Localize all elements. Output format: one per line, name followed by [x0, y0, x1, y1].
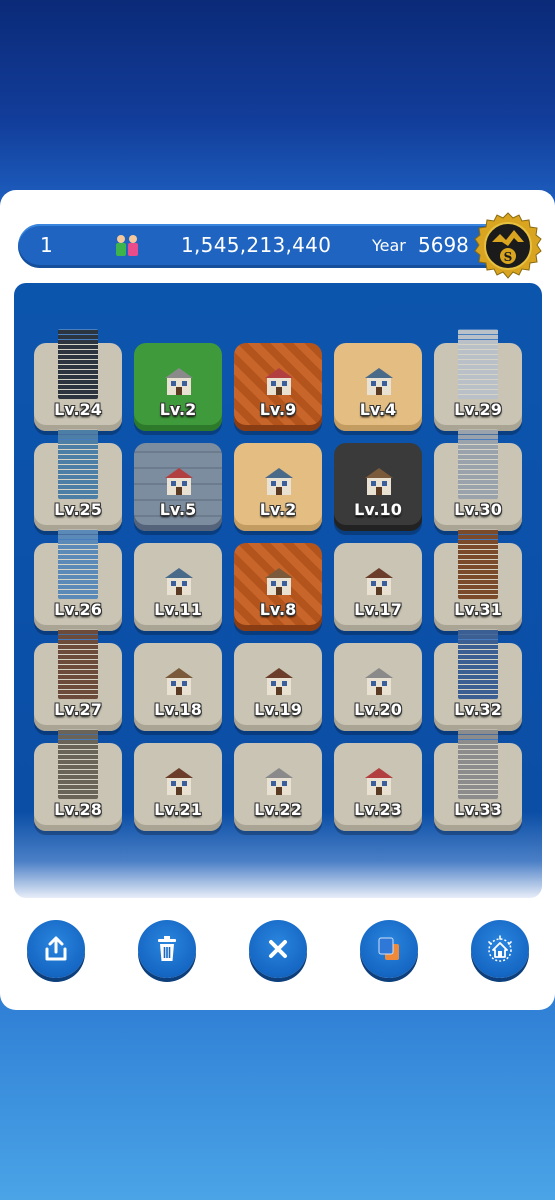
building-level-label: Lv.24	[54, 400, 102, 419]
building-icon	[458, 729, 498, 799]
svg-text:S: S	[504, 250, 513, 264]
building-icon	[58, 729, 98, 799]
population-icon	[112, 234, 142, 258]
building-level-label: Lv.25	[54, 500, 102, 519]
status-bar: 1 1,545,213,440 Year 5698	[18, 224, 518, 268]
building-icon	[58, 429, 98, 499]
copy-icon	[378, 937, 399, 960]
building-level-label: Lv.10	[354, 500, 402, 519]
trash-icon	[158, 936, 176, 961]
year-label: Year	[372, 236, 406, 255]
building-icon	[364, 365, 394, 397]
building-icon	[364, 465, 394, 497]
building-icon	[364, 665, 394, 697]
cancel-button[interactable]	[249, 920, 307, 978]
building-icon	[264, 465, 294, 497]
building-tile[interactable]: Lv.11	[134, 543, 222, 631]
building-tile[interactable]: Lv.28	[34, 729, 122, 831]
building-tile[interactable]: Lv.23	[334, 743, 422, 831]
building-level-label: Lv.33	[454, 800, 502, 819]
house-upgrade-button[interactable]	[471, 920, 529, 978]
building-tile[interactable]: Lv.20	[334, 643, 422, 731]
building-level-label: Lv.20	[354, 700, 402, 719]
building-level-label: Lv.29	[454, 400, 502, 419]
building-icon	[58, 629, 98, 699]
copy-button[interactable]	[360, 920, 418, 978]
building-tile[interactable]: Lv.18	[134, 643, 222, 731]
player-level: 1	[40, 233, 53, 257]
building-tile[interactable]: Lv.25	[34, 429, 122, 531]
building-level-label: Lv.21	[154, 800, 202, 819]
building-level-label: Lv.18	[154, 700, 202, 719]
building-tile[interactable]: Lv.26	[34, 529, 122, 631]
building-icon	[164, 665, 194, 697]
building-level-label: Lv.8	[259, 600, 297, 619]
building-level-label: Lv.19	[254, 700, 302, 719]
building-level-label: Lv.22	[254, 800, 302, 819]
building-level-label: Lv.26	[54, 600, 102, 619]
building-tile[interactable]: Lv.31	[434, 529, 522, 631]
building-level-label: Lv.30	[454, 500, 502, 519]
building-level-label: Lv.32	[454, 700, 502, 719]
building-tile[interactable]: Lv.24	[34, 329, 122, 431]
building-level-label: Lv.5	[159, 500, 197, 519]
building-tile[interactable]: Lv.4	[334, 343, 422, 431]
building-icon	[458, 529, 498, 599]
building-tile[interactable]: Lv.17	[334, 543, 422, 631]
building-tile[interactable]: Lv.8	[234, 543, 322, 631]
building-icon	[264, 765, 294, 797]
building-tile[interactable]: Lv.29	[434, 329, 522, 431]
building-level-label: Lv.11	[154, 600, 202, 619]
building-tile[interactable]: Lv.21	[134, 743, 222, 831]
year-value: 5698	[418, 233, 469, 257]
building-level-label: Lv.2	[159, 400, 197, 419]
building-icon	[58, 529, 98, 599]
building-icon	[264, 565, 294, 597]
close-icon	[269, 940, 287, 958]
share-button[interactable]	[27, 920, 85, 978]
building-tile[interactable]: Lv.2	[134, 343, 222, 431]
building-tile[interactable]: Lv.9	[234, 343, 322, 431]
building-level-label: Lv.4	[359, 400, 397, 419]
building-icon	[164, 765, 194, 797]
building-tile[interactable]: Lv.10	[334, 443, 422, 531]
building-icon	[58, 329, 98, 399]
building-level-label: Lv.2	[259, 500, 297, 519]
building-icon	[458, 429, 498, 499]
building-tile[interactable]: Lv.5	[134, 443, 222, 531]
building-icon	[458, 629, 498, 699]
building-icon	[264, 665, 294, 697]
building-level-label: Lv.17	[354, 600, 402, 619]
building-tile[interactable]: Lv.30	[434, 429, 522, 531]
share-icon	[45, 936, 67, 961]
building-tile[interactable]: Lv.32	[434, 629, 522, 731]
building-level-label: Lv.23	[354, 800, 402, 819]
house-upgrade-icon	[488, 935, 512, 962]
building-tile[interactable]: Lv.19	[234, 643, 322, 731]
building-icon	[364, 565, 394, 597]
building-tile[interactable]: Lv.2	[234, 443, 322, 531]
building-icon	[264, 365, 294, 397]
building-level-label: Lv.9	[259, 400, 297, 419]
building-icon	[164, 565, 194, 597]
gold-coin-icon[interactable]: S	[474, 212, 542, 280]
building-tile[interactable]: Lv.22	[234, 743, 322, 831]
building-icon	[164, 465, 194, 497]
building-icon	[164, 365, 194, 397]
building-tile[interactable]: Lv.33	[434, 729, 522, 831]
money-value: 1,545,213,440	[181, 233, 332, 257]
delete-button[interactable]	[138, 920, 196, 978]
building-level-label: Lv.27	[54, 700, 102, 719]
building-level-label: Lv.28	[54, 800, 102, 819]
building-icon	[458, 329, 498, 399]
building-tile[interactable]: Lv.27	[34, 629, 122, 731]
building-level-label: Lv.31	[454, 600, 502, 619]
building-icon	[364, 765, 394, 797]
